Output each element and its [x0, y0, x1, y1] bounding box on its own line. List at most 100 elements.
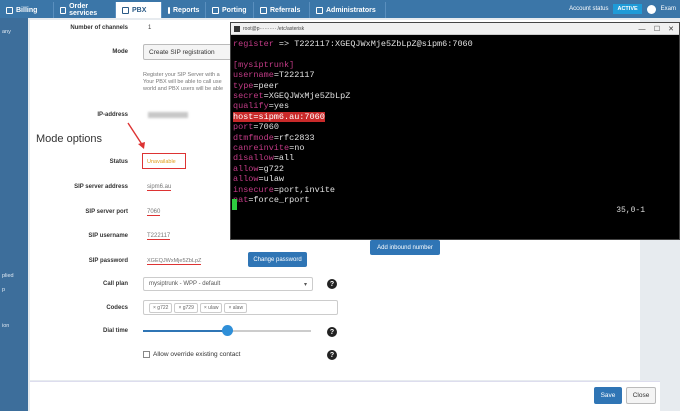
dial-time-slider-fill — [143, 330, 227, 332]
sidebar-item[interactable]: ion — [2, 323, 9, 329]
status-badge: ACTIVE — [613, 4, 642, 14]
terminal-line-key: type — [233, 80, 254, 91]
avatar[interactable] — [646, 4, 656, 14]
terminal-icon — [234, 26, 240, 32]
sip-username-label: SIP username — [88, 233, 128, 239]
add-inbound-number-button[interactable]: Add inbound number — [370, 240, 440, 255]
call-plan-label: Call plan — [102, 281, 128, 287]
referrals-icon — [260, 6, 267, 14]
codecs-label: Codecs — [106, 305, 128, 311]
sip-password-value: XGEQJWxMje5ZbLpZ — [147, 258, 202, 265]
number-of-channels-value[interactable]: 1 — [148, 25, 151, 31]
account-status: Account status ACTIVE Exam — [569, 0, 680, 18]
ip-address-label: IP-address — [97, 112, 128, 118]
minimize-icon[interactable]: — — [635, 23, 649, 35]
terminal-line: secret=XGEQJWxMje5ZbLpZ — [233, 91, 679, 101]
codec-chip[interactable]: × ulaw — [199, 302, 223, 313]
user-name[interactable]: Exam — [661, 6, 676, 12]
tab-order-services[interactable]: Order services — [54, 2, 116, 18]
terminal-line: canreinvite=no — [233, 143, 679, 153]
help-icon[interactable]: ? — [327, 279, 337, 289]
sip-username-value: T222117 — [147, 233, 171, 240]
terminal-line-value: XGEQJWxMje5ZbLpZ — [268, 91, 351, 102]
section-title: Mode options — [36, 133, 103, 145]
call-plan-select[interactable]: mysiptrunk - WPP - default ▾ — [143, 277, 313, 291]
tab-administrators[interactable]: Administrators — [310, 2, 386, 18]
dial-time-slider-thumb[interactable] — [221, 325, 233, 336]
allow-override-checkbox[interactable] — [143, 351, 150, 358]
mode-label: Mode — [112, 49, 128, 55]
create-sip-registration-button[interactable]: Create SIP registration — [143, 44, 235, 60]
terminal-line-key: allow — [233, 163, 259, 174]
status-value: Unavailable — [147, 159, 176, 165]
terminal-line: [mysiptrunk] — [233, 60, 679, 70]
porting-icon — [212, 6, 219, 14]
close-icon[interactable]: ✕ — [664, 23, 678, 35]
terminal-line: username=T222117 — [233, 70, 679, 80]
account-status-label: Account status — [569, 6, 609, 12]
reports-icon — [168, 6, 170, 14]
ip-address-blurred — [148, 112, 188, 118]
tab-billing[interactable]: Billing — [0, 2, 54, 18]
terminal-line-value: yes — [273, 101, 290, 112]
tab-pbx[interactable]: PBX — [116, 2, 162, 18]
sip-server-port-label: SIP server port — [85, 209, 128, 215]
terminal-line-key: canreinvite — [233, 143, 290, 154]
phone-icon — [122, 6, 129, 14]
terminal-line-key: secret — [233, 91, 264, 102]
annotation-arrow-icon — [127, 122, 145, 149]
sidebar-item[interactable]: any — [2, 29, 11, 35]
help-icon[interactable]: ? — [327, 350, 337, 360]
change-password-button[interactable]: Change password — [248, 252, 307, 267]
maximize-icon[interactable]: ☐ — [650, 23, 664, 35]
mode-help-text: Register your SIP Server with a Your PBX… — [143, 72, 224, 92]
close-button[interactable]: Close — [626, 387, 656, 404]
terminal-line-key: dtmfmode — [233, 132, 274, 143]
sip-server-address-value: sipm6.au — [147, 184, 172, 191]
terminal-line-key: port — [233, 122, 254, 133]
terminal-line-key: register — [233, 39, 274, 49]
help-icon[interactable]: ? — [327, 327, 337, 337]
terminal-line: insecure=port,invite — [233, 185, 679, 195]
status-label: Status — [109, 159, 128, 165]
tab-reports[interactable]: Reports — [162, 2, 206, 18]
terminal-line-value: rfc2833 — [278, 132, 315, 143]
terminal-line-key: qualify — [233, 101, 269, 112]
cart-icon — [60, 6, 67, 14]
sip-server-port-value: 7060 — [147, 209, 161, 216]
terminal-line-value: T222117:XGEQJWxMje5ZbLpZ@sipm6:7060 — [294, 39, 473, 49]
cursor-position: 35,0-1 — [616, 206, 645, 215]
terminal-title-bar[interactable]: root@p·········· /etc/asterisk — ☐ ✕ — [231, 23, 679, 35]
terminal-line-key: username — [233, 70, 274, 81]
terminal-line: type=peer — [233, 81, 679, 91]
terminal-line-key: disallow — [233, 153, 274, 164]
terminal-line: register => T222117:XGEQJWxMje5ZbLpZ@sip… — [233, 39, 679, 49]
sip-server-address-label: SIP server address — [74, 184, 128, 190]
save-button[interactable]: Save — [594, 387, 622, 404]
terminal-line-key: insecure — [233, 184, 274, 195]
codec-chip[interactable]: × g722 — [149, 302, 173, 313]
tab-referrals[interactable]: Referrals — [254, 2, 310, 18]
sidebar-item[interactable]: p — [2, 287, 5, 293]
terminal-line-value: g722 — [263, 163, 285, 174]
codec-chip[interactable]: × g729 — [174, 302, 198, 313]
top-navigation-bar: Billing Order services PBX Reports Porti… — [0, 0, 680, 18]
terminal-line-value: port,invite — [278, 184, 336, 195]
codecs-select[interactable]: × g722 × g729 × ulaw × alaw — [143, 300, 338, 315]
billing-icon — [6, 6, 13, 14]
number-of-channels-label: Number of channels — [70, 25, 128, 31]
terminal-line-value: T222117 — [278, 70, 315, 81]
sidebar-item[interactable]: plied — [2, 273, 14, 279]
terminal-content[interactable]: register => T222117:XGEQJWxMje5ZbLpZ@sip… — [231, 35, 679, 206]
terminal-line: host=sipm6.au:7060 — [233, 111, 679, 122]
terminal-window: root@p·········· /etc/asterisk — ☐ ✕ reg… — [230, 22, 680, 240]
dial-time-label: Dial time — [102, 328, 128, 334]
terminal-line: port=7060 — [233, 122, 679, 132]
tab-porting[interactable]: Porting — [206, 2, 254, 18]
codec-chip[interactable]: × alaw — [224, 302, 248, 313]
terminal-line-key: allow — [233, 174, 259, 185]
terminal-line-value: all — [278, 153, 295, 164]
administrators-icon — [316, 6, 323, 14]
terminal-line-key: [mysiptrunk] — [233, 59, 295, 70]
